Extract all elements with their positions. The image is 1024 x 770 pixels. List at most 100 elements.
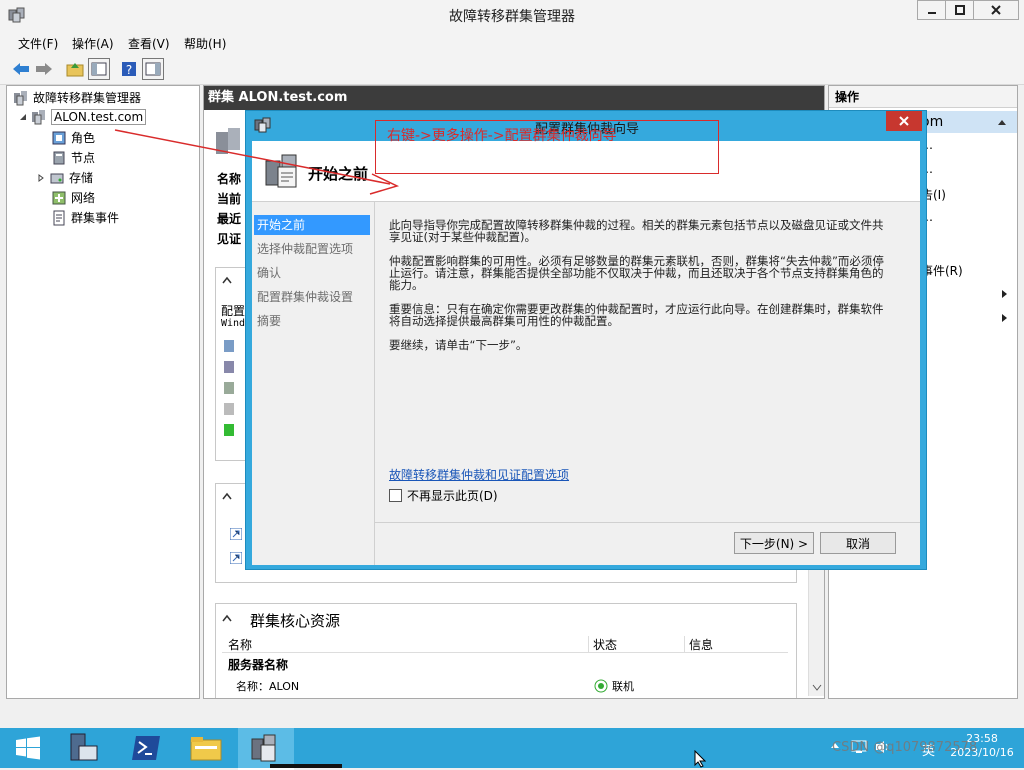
maximize-icon: [954, 5, 965, 15]
tree-item-nodes[interactable]: 节点: [51, 149, 95, 166]
wizard-body: 此向导指导你完成配置故障转移群集仲裁的过程。相关的群集元素包括节点以及磁盘见证或…: [375, 202, 920, 565]
dialog-content: 开始之前 开始之前 选择仲裁配置选项 确认 配置群集仲裁设置 摘要 此向导指导你…: [252, 141, 920, 565]
taskbar-tooltip-edge: [270, 764, 342, 768]
tree-item-networks[interactable]: 网络: [51, 189, 95, 206]
summary-label-current: 当前: [217, 192, 242, 206]
row-name: 名称：ALON: [236, 680, 300, 693]
paragraph-intro: 此向导指导你完成配置故障转移群集仲裁的过程。相关的群集元素包括节点以及磁盘见证或…: [389, 218, 884, 244]
tree-root[interactable]: 故障转移群集管理器: [13, 89, 141, 106]
collapse-icon[interactable]: [222, 492, 232, 500]
expand-icon[interactable]: [37, 173, 45, 182]
shortcut-icon[interactable]: [230, 528, 242, 540]
quorum-wizard-dialog: 配置群集仲裁向导 开始之前 开始之前 选择仲裁配置选项 确认 配置群集仲裁设置 …: [245, 110, 927, 570]
config-label: 配置: [221, 304, 246, 318]
tree-item-cluster-events[interactable]: 群集事件: [51, 209, 119, 226]
collapse-icon[interactable]: [222, 614, 232, 622]
taskbar-server-manager[interactable]: [54, 728, 110, 768]
menu-view[interactable]: 查看(V): [128, 35, 170, 52]
menu-help[interactable]: 帮助(H): [184, 35, 226, 52]
center-header: 群集 ALON.test.com: [204, 86, 824, 110]
wizard-step-confirm[interactable]: 确认: [254, 263, 370, 283]
tree-item-roles[interactable]: 角色: [51, 129, 95, 146]
submenu-arrow-icon[interactable]: [1001, 313, 1008, 323]
cluster-icon: [32, 110, 45, 125]
mouse-cursor-icon: [694, 750, 706, 768]
paragraph-important: 重要信息：只有在确定你需要更改群集的仲裁配置时，才应运行此向导。在创建群集时，群…: [389, 302, 884, 328]
column-info[interactable]: 信息: [684, 636, 713, 653]
events-icon: [53, 210, 65, 225]
submenu-arrow-icon[interactable]: [1001, 289, 1008, 299]
wizard-step-summary[interactable]: 摘要: [254, 311, 370, 331]
windows-logo-icon: [16, 736, 40, 760]
powershell-icon: [132, 736, 160, 760]
dont-show-checkbox-row[interactable]: 不再显示此页(D): [389, 487, 498, 504]
column-status[interactable]: 状态: [588, 636, 617, 653]
core-resources-panel: 群集核心资源 名称 状态 信息 服务器名称 名称：ALON 联机: [215, 603, 797, 698]
group-label: 服务器名称: [228, 658, 289, 672]
taskbar-file-explorer[interactable]: [178, 728, 234, 768]
tree-item-storage[interactable]: 存储: [37, 169, 93, 186]
collapse-icon[interactable]: [222, 276, 232, 284]
resource-row[interactable]: 名称：ALON: [236, 678, 299, 694]
paragraph-continue: 要继续，请单击“下一步”。: [389, 338, 528, 352]
back-button[interactable]: [10, 58, 32, 80]
window-title: 故障转移群集管理器: [449, 9, 575, 25]
close-icon: [991, 5, 1001, 15]
core-resources-title: 群集核心资源: [250, 612, 341, 630]
menu-file[interactable]: 文件(F): [18, 35, 58, 52]
back-arrow-icon: [13, 63, 29, 75]
wizard-step-configure[interactable]: 配置群集仲裁设置: [254, 287, 370, 307]
minimize-button[interactable]: [917, 0, 946, 20]
quorum-options-link[interactable]: 故障转移群集仲裁和见证配置选项: [389, 466, 569, 483]
taskbar: 英 23:58 2023/10/16 CSDN @q1079872578: [0, 728, 1024, 770]
help-button[interactable]: ?: [118, 58, 140, 80]
cluster-manager-icon: [14, 90, 27, 105]
close-icon: [899, 116, 909, 126]
wizard-step-before-you-begin[interactable]: 开始之前: [254, 215, 370, 235]
maximize-button[interactable]: [945, 0, 974, 20]
action-item[interactable]: 事件(R): [921, 262, 963, 279]
server-manager-icon: [70, 733, 98, 761]
summary-label-name: 名称: [217, 172, 242, 186]
scroll-down-icon[interactable]: [812, 684, 822, 692]
close-button[interactable]: [973, 0, 1019, 20]
action-pane-icon: [145, 62, 161, 76]
collapse-icon[interactable]: [19, 113, 27, 121]
dont-show-checkbox[interactable]: [389, 489, 402, 502]
shortcut-icon[interactable]: [230, 552, 242, 564]
minimize-icon: [927, 12, 936, 14]
nodes-icon: [53, 151, 65, 164]
config-icon-column: [224, 340, 234, 440]
annotation-text: 右键->更多操作->配置群集仲裁向导: [387, 128, 617, 144]
dialog-header-title: 开始之前: [308, 165, 369, 183]
menu-action[interactable]: 操作(A): [72, 35, 114, 52]
menu-bar: 文件(F) 操作(A) 查看(V) 帮助(H): [0, 30, 1024, 54]
tree-item-label: 角色: [71, 131, 96, 145]
dialog-close-button[interactable]: [886, 111, 922, 131]
show-action-pane-button[interactable]: [142, 58, 164, 80]
next-button[interactable]: 下一步(N) >: [734, 532, 814, 554]
wizard-step-select-option[interactable]: 选择仲裁配置选项: [254, 239, 370, 259]
actions-header: 操作: [829, 86, 1017, 108]
window-titlebar: 故障转移群集管理器: [0, 0, 1024, 30]
folder-up-icon: [66, 63, 84, 77]
show-hide-tree-button[interactable]: [88, 58, 110, 80]
up-folder-button[interactable]: [64, 58, 86, 80]
watermark: CSDN @q1079872578: [832, 740, 978, 755]
summary-label-recent: 最近: [217, 212, 242, 226]
column-name[interactable]: 名称: [228, 636, 252, 653]
tree-root-label: 故障转移群集管理器: [33, 91, 142, 105]
start-button[interactable]: [0, 728, 56, 768]
collapse-icon[interactable]: [997, 119, 1007, 126]
wizard-steps: 开始之前 选择仲裁配置选项 确认 配置群集仲裁设置 摘要: [252, 202, 375, 565]
wizard-header-icon: [265, 154, 297, 188]
taskbar-powershell[interactable]: [118, 728, 174, 768]
config-sub-label: Wind: [221, 318, 246, 329]
forward-button[interactable]: [33, 58, 55, 80]
cluster-manager-icon: [251, 734, 276, 762]
tree-cluster[interactable]: ALON.test.com: [19, 109, 147, 125]
cancel-button[interactable]: 取消: [820, 532, 896, 554]
file-explorer-icon: [190, 737, 222, 761]
tree-item-label: 群集事件: [71, 211, 120, 225]
toolbar: ?: [0, 54, 1024, 85]
